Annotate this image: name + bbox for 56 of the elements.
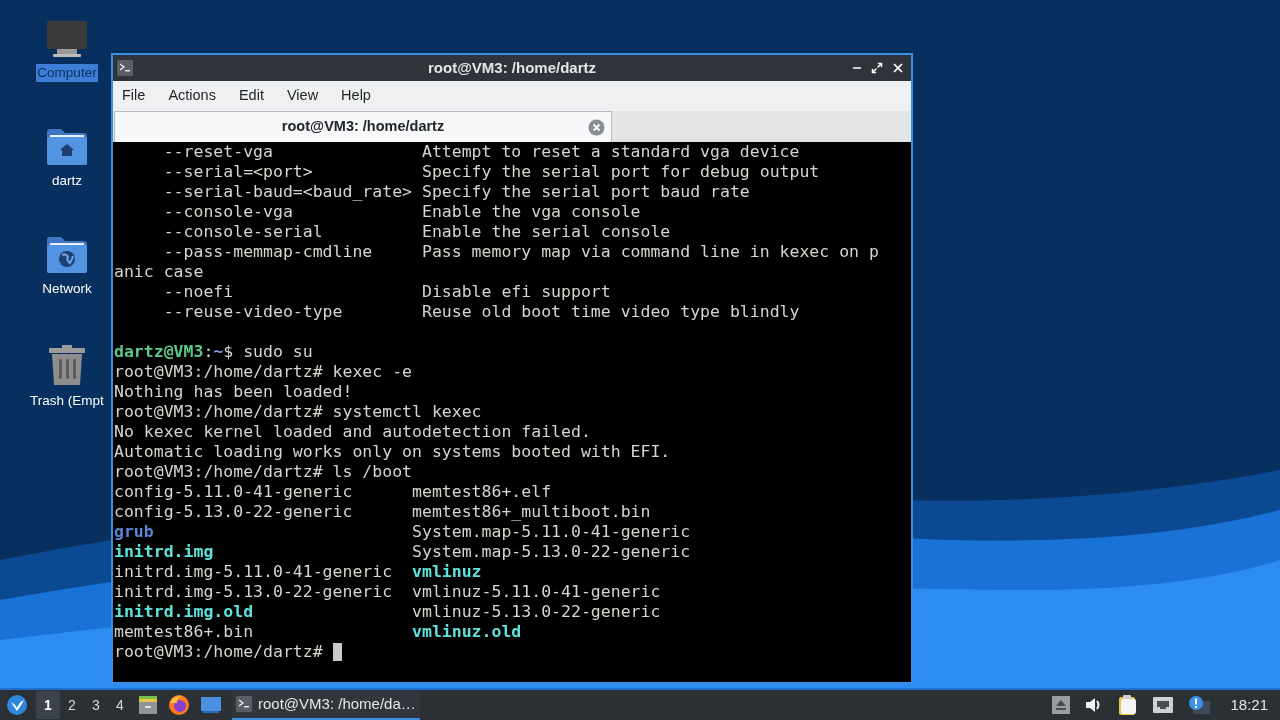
terminal-line: Nothing has been loaded! xyxy=(114,382,353,402)
network-port-icon[interactable] xyxy=(1152,696,1175,714)
terminal-line: anic case xyxy=(114,262,204,282)
desktop-icon-label[interactable]: Network xyxy=(41,280,93,298)
network-folder-icon xyxy=(46,236,88,274)
alert-icon[interactable] xyxy=(1188,695,1211,715)
workspace-button[interactable]: 1 xyxy=(36,691,60,719)
clock[interactable]: 18:21 xyxy=(1230,693,1268,717)
browser-icon[interactable] xyxy=(168,694,190,716)
menu-item[interactable]: View xyxy=(286,85,319,107)
terminal-line: --serial=<port> Specify the serial port for debug output xyxy=(162,162,820,182)
terminal-line: config-5.13.0-22-generic memtest86+_multiboot.bin xyxy=(114,502,651,522)
terminal-line: --serial-baud=<baud_rate> Specify the serial port baud rate xyxy=(162,182,750,202)
terminal-line: --reuse-video-type Reuse old boot time video type blindly xyxy=(162,302,800,322)
terminal-line: --reset-vga Attempt to reset a standard vga device xyxy=(162,142,800,162)
maximize-icon[interactable] xyxy=(871,62,883,75)
terminal-line: config-5.11.0-41-generic memtest86+.elf xyxy=(114,482,552,502)
home-folder-icon xyxy=(46,128,88,166)
menu-item[interactable]: File xyxy=(122,85,146,107)
terminal-line: root@VM3:/home/dartz# ls /boot xyxy=(114,462,412,482)
desktop-icon-label[interactable]: dartz xyxy=(51,172,83,190)
terminal-line: initrd.img System.map-5.13.0-22-generic xyxy=(114,542,691,562)
terminal-line: dartz@VM3:~$ sudo su xyxy=(114,342,313,362)
clipboard-icon[interactable] xyxy=(1118,694,1139,716)
close-tab-icon[interactable] xyxy=(588,118,605,136)
task-button[interactable]: root@VM3: /home/da… xyxy=(232,690,420,720)
terminal-icon xyxy=(117,60,133,77)
terminal-line: --console-serial Enable the serial console xyxy=(162,222,671,242)
trash-icon xyxy=(48,344,86,386)
menu-item[interactable]: Help xyxy=(341,85,371,107)
terminal-line: grub System.map-5.11.0-41-generic xyxy=(114,522,691,542)
eject-icon[interactable] xyxy=(1052,696,1071,714)
terminal-line: initrd.img-5.11.0-41-generic vmlinuz xyxy=(114,562,482,582)
terminal-line: root@VM3:/home/dartz# xyxy=(114,642,324,662)
menu-item[interactable]: Edit xyxy=(238,85,264,107)
terminal-line: --console-vga Enable the vga console xyxy=(162,202,641,222)
terminal-line: initrd.img-5.13.0-22-generic vmlinuz-5.11.0-41-generic xyxy=(114,582,661,602)
monitor-icon xyxy=(45,20,89,58)
terminal-line: --noefi Disable efi support xyxy=(162,282,611,302)
terminal-line: initrd.img.old vmlinuz-5.13.0-22-generic xyxy=(114,602,661,622)
menu-item[interactable]: Actions xyxy=(168,85,216,107)
terminal-line: Automatic loading works only on systems booted with EFI. xyxy=(114,442,671,462)
workspace-button[interactable]: 4 xyxy=(108,691,132,719)
tab[interactable]: root@VM3: /home/dartz xyxy=(114,111,612,142)
desktop-icon-label[interactable]: Trash (Empt xyxy=(29,392,105,410)
terminal-line: memtest86+.bin vmlinuz.old xyxy=(114,622,522,642)
terminal-line: --pass-memmap-cmdline Pass memory map via command line in kexec on p xyxy=(162,242,879,262)
terminal-line: root@VM3:/home/dartz# kexec -e xyxy=(114,362,412,382)
file-cabinet-icon[interactable] xyxy=(138,695,158,715)
desktop-icon[interactable] xyxy=(200,696,222,714)
terminal-line: No kexec kernel loaded and autodetection failed. xyxy=(114,422,591,442)
workspace-button[interactable]: 3 xyxy=(84,691,108,719)
terminal-line: root@VM3:/home/dartz# systemctl kexec xyxy=(114,402,482,422)
window-title: root@VM3: /home/dartz xyxy=(428,57,596,78)
workspace-button[interactable]: 2 xyxy=(60,691,84,719)
terminal-icon xyxy=(236,696,252,712)
